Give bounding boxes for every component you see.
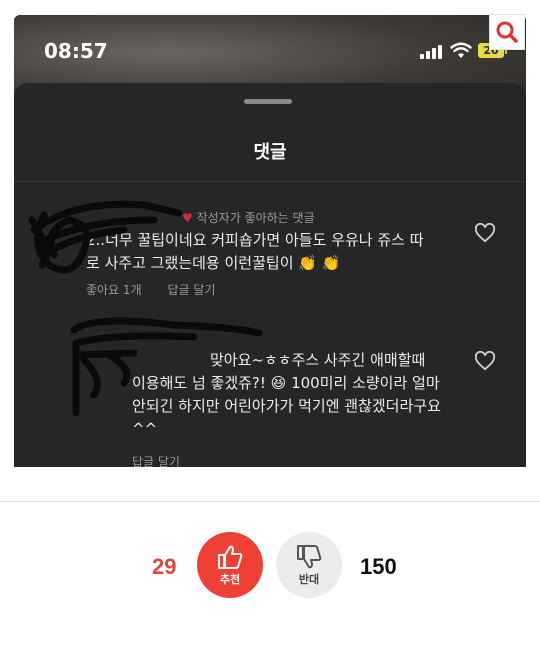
search-button[interactable] [489, 14, 525, 50]
title-divider [14, 181, 526, 182]
status-bar: 08:57 20 [14, 15, 526, 85]
upvote-count: 29 [152, 554, 177, 579]
sheet-drag-handle[interactable] [244, 99, 292, 104]
heart-icon[interactable] [474, 351, 496, 371]
thumbs-down-icon [297, 544, 322, 568]
downvote-button[interactable]: 반대 [276, 532, 342, 598]
thumbs-up-icon [218, 545, 243, 569]
reply-link[interactable]: 답글 달기 [167, 283, 215, 297]
comment-text: 2..너무 꿀팁이네요 커피숍가면 아들도 우유나 쥬스 따 로 사주고 그랬는… [86, 231, 424, 272]
section-divider [0, 501, 540, 502]
downvote-count: 150 [360, 554, 397, 579]
sheet-title: 댓글 [253, 142, 287, 163]
upvote-button[interactable]: 추천 [197, 532, 263, 598]
heart-icon[interactable] [474, 223, 496, 243]
wifi-icon [450, 42, 472, 58]
comment-actions: 좋아요 1개 답글 달기 [86, 281, 237, 298]
vote-bar: 29 추천 반대 150 [0, 530, 540, 600]
author-liked-badge: ♥ 작성자가 좋아하는 댓글 [182, 211, 315, 225]
comment-text: 맞아요~ㅎㅎ주스 사주긴 애매할때 이용해도 넘 좋겠쥬?! 😆 100미리 소… [132, 351, 441, 438]
upvote-label: 추천 [219, 572, 241, 586]
signal-icon [420, 45, 442, 59]
comment-actions: 답글 달기 [132, 453, 202, 467]
reply-link[interactable]: 답글 달기 [132, 455, 180, 467]
search-icon [496, 21, 518, 43]
comments-sheet: 댓글 ♥ 작성자가 좋아하는 댓글 2..너무 꿀팁이네요 커피숍가면 아들도 … [14, 83, 526, 467]
downvote-label: 반대 [298, 572, 320, 586]
status-time: 08:57 [44, 39, 108, 63]
embedded-screenshot: 08:57 20 댓글 ♥ 작성자가 좋아하는 댓글 2..너무 꿀팁이네요 커… [14, 15, 526, 467]
heart-icon: ♥ [182, 211, 193, 225]
like-count[interactable]: 좋아요 1개 [86, 283, 142, 297]
